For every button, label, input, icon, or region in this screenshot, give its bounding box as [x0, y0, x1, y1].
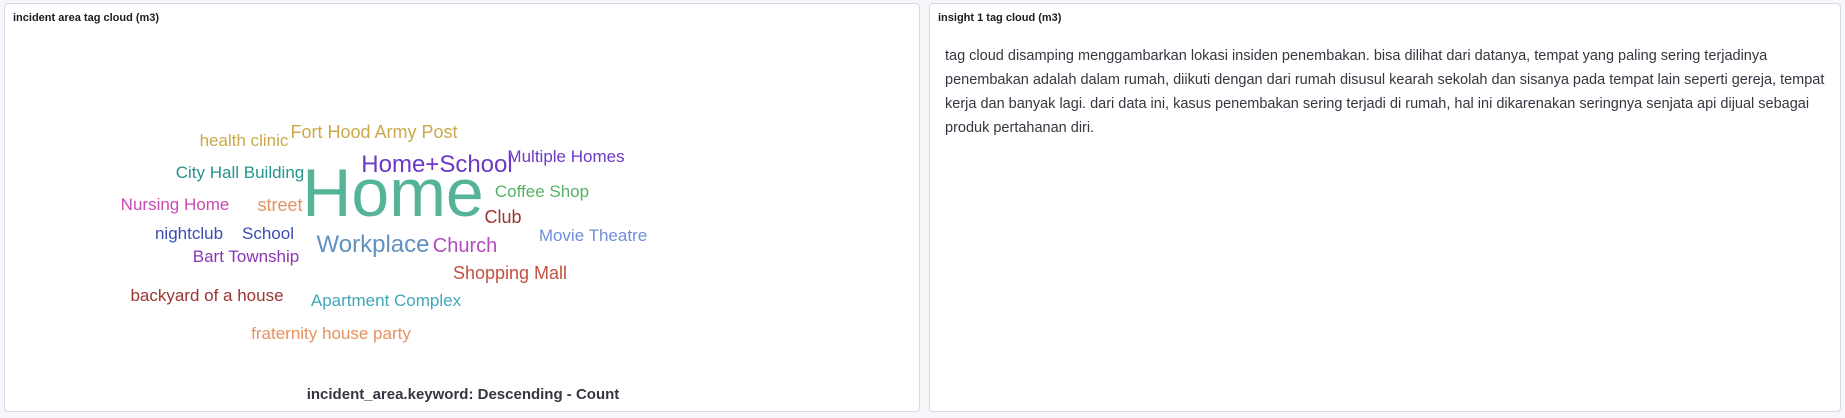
tag-word-coffee-shop[interactable]: Coffee Shop [495, 182, 589, 201]
tag-word-apartment-complex[interactable]: Apartment Complex [311, 291, 462, 310]
tag-word-multiple-homes[interactable]: Multiple Homes [507, 147, 624, 166]
tag-word-fort-hood-army-post[interactable]: Fort Hood Army Post [290, 122, 457, 142]
tag-word-club[interactable]: Club [484, 207, 521, 227]
tag-word-church[interactable]: Church [433, 235, 497, 257]
tag-word-nightclub[interactable]: nightclub [155, 224, 223, 243]
tag-word-home-school[interactable]: Home+School [361, 151, 512, 178]
tag-cloud-label: incident_area.keyword: Descending - Coun… [306, 386, 620, 403]
tag-cloud: HomeWorkplaceHome+SchoolChurchClubShoppi… [121, 122, 648, 343]
insight-panel: insight 1 tag cloud (m3) tag cloud disam… [929, 3, 1841, 412]
tag-word-street[interactable]: street [257, 195, 302, 215]
tag-word-health-clinic[interactable]: health clinic [200, 131, 289, 150]
tag-word-shopping-mall[interactable]: Shopping Mall [453, 263, 567, 283]
tag-word-backyard-of-a-house[interactable]: backyard of a house [130, 286, 283, 305]
tag-word-movie-theatre[interactable]: Movie Theatre [539, 226, 647, 245]
panel-title: insight 1 tag cloud (m3) [938, 12, 1062, 24]
tag-word-workplace[interactable]: Workplace [317, 231, 430, 258]
tag-word-nursing-home[interactable]: Nursing Home [121, 195, 230, 214]
tag-word-fraternity-house-party[interactable]: fraternity house party [251, 324, 411, 343]
incident-area-panel: incident area tag cloud (m3) Home Workpla… [4, 3, 920, 412]
insight-text: tag cloud disamping menggambarkan lokasi… [945, 48, 1825, 136]
tag-word-bart-township[interactable]: Bart Township [193, 247, 299, 266]
tag-word-school[interactable]: School [242, 224, 294, 243]
tag-word-city-hall-building[interactable]: City Hall Building [176, 163, 305, 182]
